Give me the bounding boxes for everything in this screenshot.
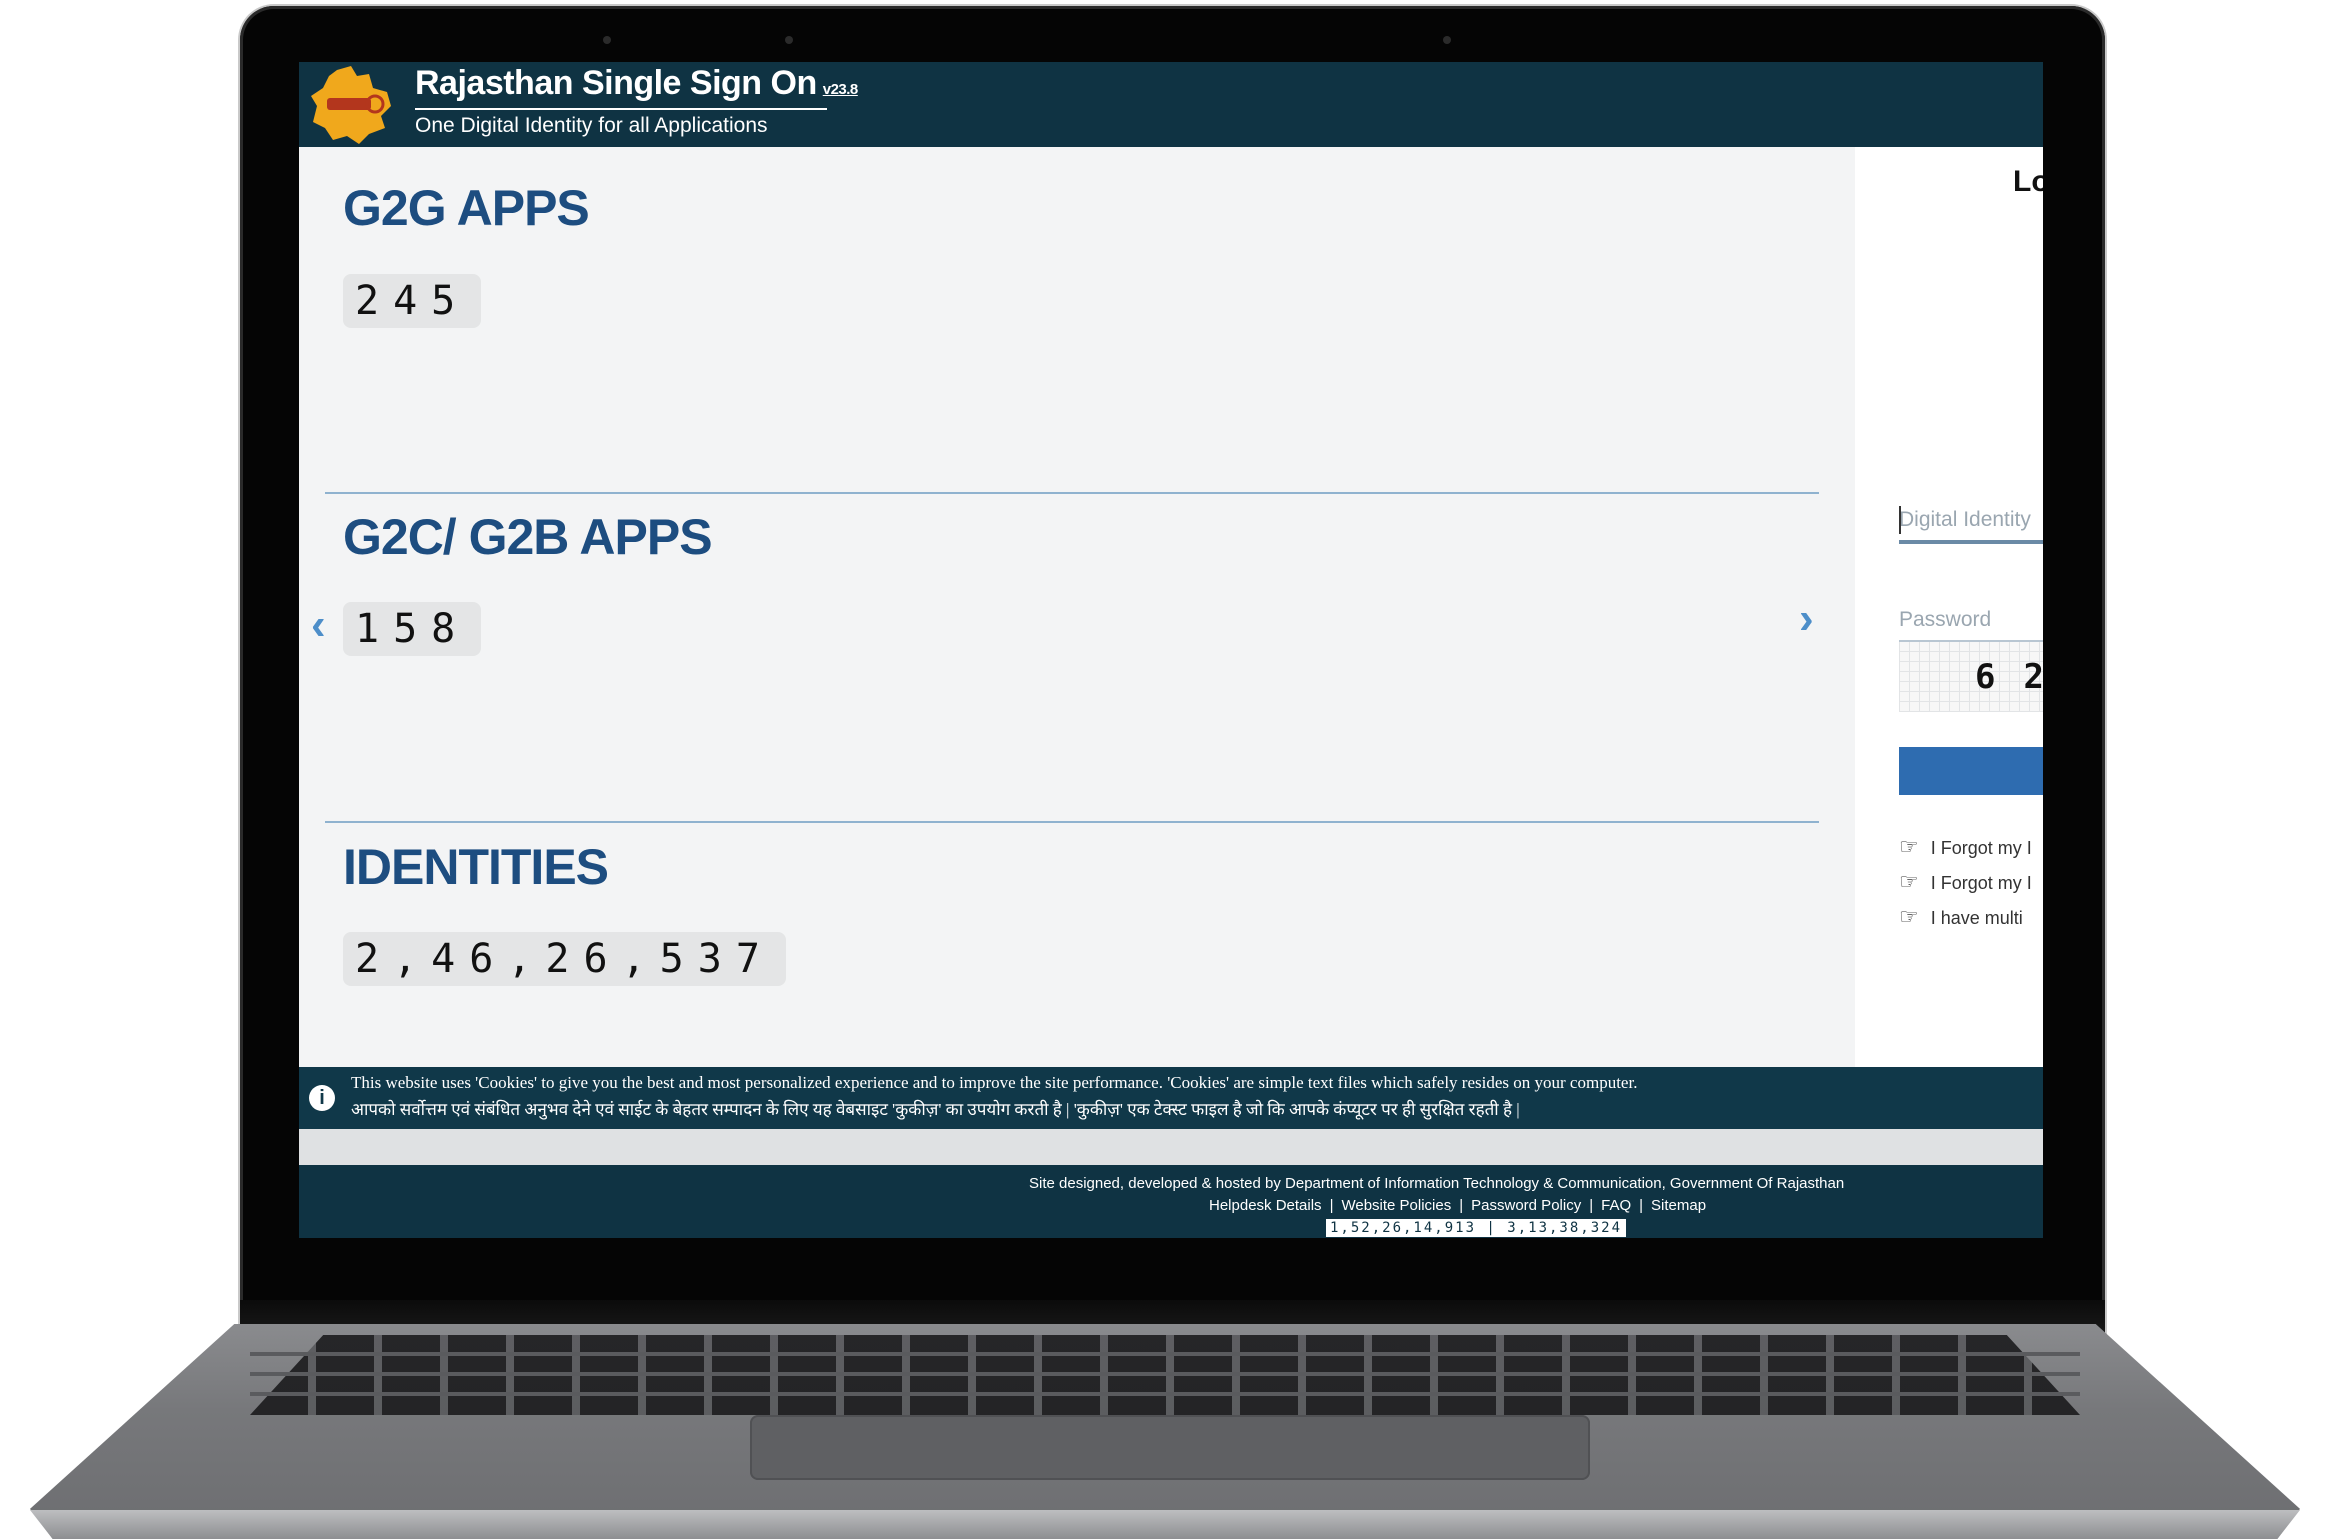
rajasthan-map-logo[interactable] bbox=[307, 62, 395, 146]
site-title: Rajasthan Single Sign On v23.8 bbox=[415, 64, 858, 103]
cookie-notice-english: This website uses 'Cookies' to give you … bbox=[351, 1073, 1638, 1092]
chevron-left-icon[interactable]: ‹ bbox=[311, 603, 326, 647]
multiple-identities-label: I have multi bbox=[1930, 908, 2023, 928]
separator: | bbox=[1639, 1197, 1644, 1214]
digital-identity-input[interactable]: Digital Identity bbox=[1899, 500, 2043, 544]
login-heading: Lo bbox=[2013, 165, 2043, 198]
separator: | bbox=[1329, 1197, 1334, 1214]
chevron-right-icon[interactable]: › bbox=[1799, 597, 1814, 641]
sensor-dot bbox=[1443, 36, 1451, 44]
digital-identity-placeholder: Digital Identity bbox=[1899, 508, 2031, 531]
site-footer: Site designed, developed & hosted by Dep… bbox=[299, 1165, 2043, 1238]
browser-screen: Rajasthan Single Sign On v23.8 One Digita… bbox=[299, 62, 2043, 1238]
keyboard-row-gap bbox=[250, 1392, 2080, 1396]
forgot-identity-link[interactable]: ☞ I Forgot my I bbox=[1899, 834, 2043, 860]
section-divider bbox=[325, 492, 1819, 494]
forgot-identity-label: I Forgot my I bbox=[1930, 838, 2032, 858]
identities-count: 2,46,26,537 bbox=[343, 932, 786, 986]
faq-link[interactable]: FAQ bbox=[1601, 1197, 1631, 1214]
pointing-hand-icon: ☞ bbox=[1899, 834, 1919, 859]
login-panel: Lo Digital Identity Password 62 ☞ I Forgo… bbox=[1855, 147, 2043, 1067]
forgot-password-label: I Forgot my I bbox=[1930, 873, 2032, 893]
laptop-base-edge bbox=[30, 1510, 2300, 1539]
stats-panel: G2G APPS 245 G2C/ G2B APPS ‹ 158 › IDENT… bbox=[299, 147, 1855, 1067]
sitemap-link[interactable]: Sitemap bbox=[1651, 1197, 1706, 1214]
separator: | bbox=[1589, 1197, 1594, 1214]
trackpad bbox=[750, 1415, 1590, 1480]
helpdesk-details-link[interactable]: Helpdesk Details bbox=[1209, 1197, 1322, 1214]
info-icon: i bbox=[309, 1085, 335, 1111]
footer-spacer bbox=[299, 1129, 2043, 1165]
sensor-dot bbox=[603, 36, 611, 44]
site-subtitle: One Digital Identity for all Application… bbox=[415, 114, 768, 137]
multiple-identities-link[interactable]: ☞ I have multi bbox=[1899, 904, 2043, 930]
g2g-apps-title: G2G APPS bbox=[343, 180, 590, 236]
identities-title: IDENTITIES bbox=[343, 839, 609, 895]
keyboard-row-gap bbox=[250, 1352, 2080, 1356]
footer-credit: Site designed, developed & hosted by Dep… bbox=[1029, 1175, 1845, 1192]
title-underline bbox=[415, 108, 827, 110]
text-caret bbox=[1899, 506, 1901, 534]
cookie-notice: i This website uses 'Cookies' to give yo… bbox=[299, 1067, 2043, 1129]
g2g-apps-count: 245 bbox=[343, 274, 482, 328]
separator: | bbox=[1459, 1197, 1464, 1214]
g2c-g2b-apps-title: G2C/ G2B APPS bbox=[343, 509, 713, 565]
site-version: v23.8 bbox=[822, 81, 859, 98]
site-title-text: Rajasthan Single Sign On bbox=[415, 64, 817, 102]
camera-dot bbox=[785, 36, 793, 44]
section-divider bbox=[325, 821, 1819, 823]
pointing-hand-icon: ☞ bbox=[1899, 904, 1919, 929]
visitor-counter: 1,52,26,14,913 | 3,13,38,324 bbox=[1326, 1219, 1627, 1237]
pointing-hand-icon: ☞ bbox=[1899, 869, 1919, 894]
password-policy-link[interactable]: Password Policy bbox=[1471, 1197, 1581, 1214]
captcha-image: 62 bbox=[1899, 642, 2043, 712]
website-policies-link[interactable]: Website Policies bbox=[1341, 1197, 1451, 1214]
password-placeholder: Password bbox=[1899, 608, 1992, 631]
forgot-password-link[interactable]: ☞ I Forgot my I bbox=[1899, 869, 2043, 895]
site-header: Rajasthan Single Sign On v23.8 One Digita… bbox=[299, 62, 2043, 147]
g2c-g2b-apps-count: 158 bbox=[343, 602, 482, 656]
footer-links: Helpdesk Details | Website Policies | Passwo… bbox=[1209, 1197, 1706, 1214]
login-button[interactable] bbox=[1899, 747, 2043, 795]
keyboard-row-gap bbox=[250, 1372, 2080, 1376]
cookie-notice-hindi: आपको सर्वोत्तम एवं संबंधित अनुभव देने एव… bbox=[351, 1100, 1520, 1119]
password-input[interactable]: Password bbox=[1899, 600, 2043, 642]
